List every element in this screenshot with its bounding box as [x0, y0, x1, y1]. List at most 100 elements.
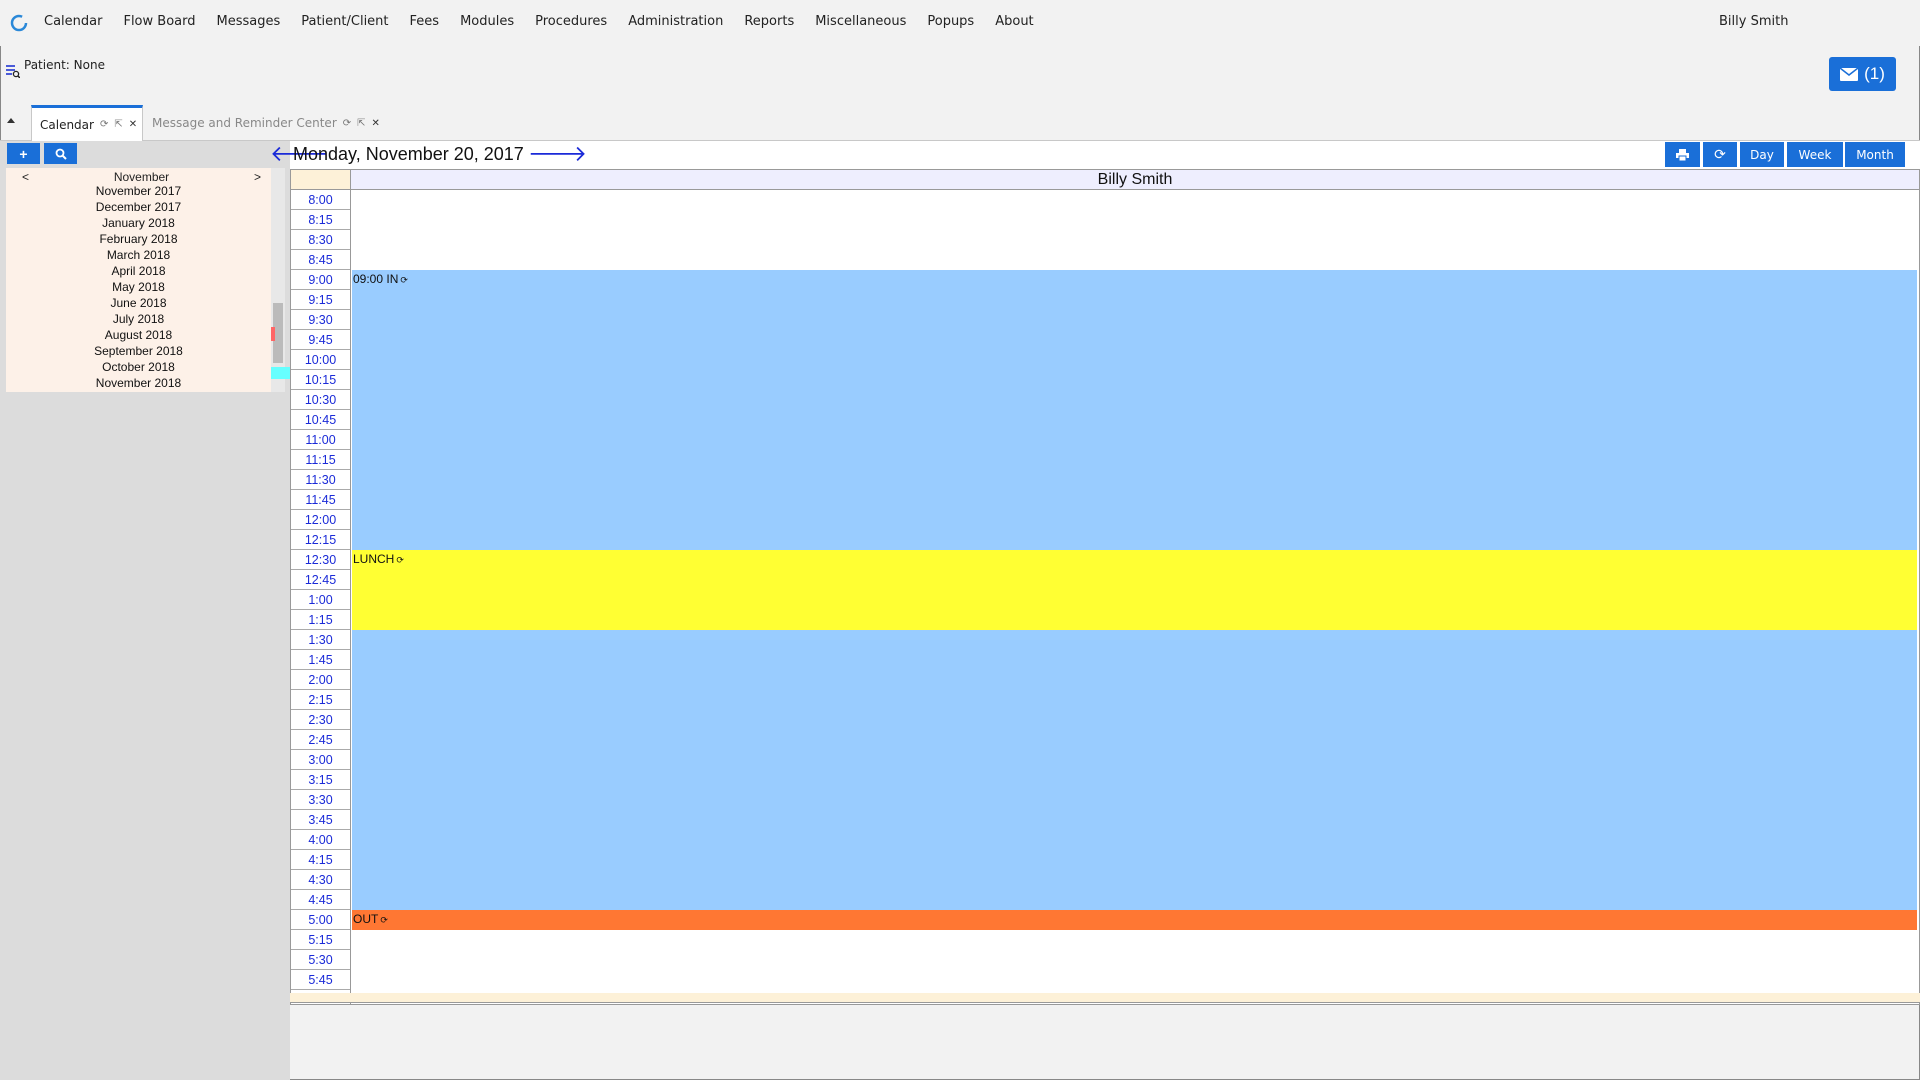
time-slot[interactable]: 9:00 [291, 270, 350, 290]
time-slot[interactable]: 3:45 [291, 810, 350, 830]
provider-header: Billy Smith [351, 170, 1919, 190]
time-slot[interactable]: 11:30 [291, 470, 350, 490]
time-slot[interactable]: 12:00 [291, 510, 350, 530]
time-slot[interactable]: 5:30 [291, 950, 350, 970]
time-slot[interactable]: 1:30 [291, 630, 350, 650]
tab-calendar[interactable]: Calendar ⟳ ⇱ ✕ [31, 105, 143, 141]
menu-miscellaneous[interactable]: Miscellaneous [815, 14, 906, 29]
mini-next-button[interactable]: > [254, 170, 261, 184]
month-option[interactable]: September 2018 [6, 343, 271, 359]
time-slot[interactable]: 12:45 [291, 570, 350, 590]
time-slot[interactable]: 12:15 [291, 530, 350, 550]
time-slot[interactable]: 10:00 [291, 350, 350, 370]
menu-popups[interactable]: Popups [927, 14, 974, 29]
time-slot[interactable]: 2:15 [291, 690, 350, 710]
menu-procedures[interactable]: Procedures [535, 14, 607, 29]
month-option[interactable]: July 2018 [6, 311, 271, 327]
time-slot[interactable]: 11:45 [291, 490, 350, 510]
time-slot[interactable]: 12:30 [291, 550, 350, 570]
calendar-date: Monday, November 20, 2017 [293, 144, 524, 164]
time-slot[interactable]: 5:00 [291, 910, 350, 930]
event-out-label: OUT [353, 912, 379, 926]
month-option[interactable]: August 2018 [6, 327, 271, 343]
event-lunch-label: LUNCH [353, 552, 395, 566]
week-view-button[interactable]: Week [1787, 142, 1843, 167]
mini-calendar: < November > November 2017 December 2017 J… [6, 168, 271, 392]
menu-about[interactable]: About [995, 14, 1033, 29]
month-option[interactable]: December 2017 [6, 199, 271, 215]
time-slot[interactable]: 3:15 [291, 770, 350, 790]
collapse-arrow-icon[interactable] [7, 118, 15, 123]
time-slot[interactable]: 9:30 [291, 310, 350, 330]
time-slot[interactable]: 11:00 [291, 430, 350, 450]
close-icon[interactable]: ✕ [129, 119, 137, 130]
time-slot[interactable]: 5:15 [291, 930, 350, 950]
time-slot[interactable]: 5:45 [291, 970, 350, 990]
menu-modules[interactable]: Modules [460, 14, 514, 29]
mini-prev-button[interactable]: < [22, 170, 29, 184]
next-day-arrow-icon[interactable]: 🡒 [528, 142, 587, 166]
time-slot[interactable]: 1:00 [291, 590, 350, 610]
refresh-icon[interactable]: ⟳ [343, 118, 351, 129]
time-slot[interactable]: 4:15 [291, 850, 350, 870]
mini-calendar-scrollbar[interactable] [271, 168, 285, 392]
time-slot[interactable]: 4:30 [291, 870, 350, 890]
refresh-button[interactable]: ⟳ [1703, 142, 1737, 167]
time-slot[interactable]: 10:15 [291, 370, 350, 390]
month-option[interactable]: October 2018 [6, 359, 271, 375]
time-slot[interactable]: 9:45 [291, 330, 350, 350]
menu-administration[interactable]: Administration [628, 14, 723, 29]
time-slot[interactable]: 10:45 [291, 410, 350, 430]
month-option[interactable]: April 2018 [6, 263, 271, 279]
event-in[interactable]: 09:00 IN ⟳ [352, 270, 1917, 550]
time-slot[interactable]: 2:00 [291, 670, 350, 690]
print-button[interactable] [1665, 142, 1700, 167]
menu-fees[interactable]: Fees [410, 14, 440, 29]
mini-current-month[interactable]: November [114, 170, 169, 184]
time-slot[interactable]: 8:45 [291, 250, 350, 270]
time-slot[interactable]: 1:15 [291, 610, 350, 630]
time-slot[interactable]: 1:45 [291, 650, 350, 670]
popout-icon[interactable]: ⇱ [357, 118, 365, 129]
month-option[interactable]: November 2017 [6, 183, 271, 199]
add-event-button[interactable]: + [7, 143, 40, 164]
menu-messages[interactable]: Messages [216, 14, 280, 29]
app-logo-icon[interactable] [9, 13, 29, 33]
menu-flow-board[interactable]: Flow Board [123, 14, 195, 29]
time-slot[interactable]: 8:30 [291, 230, 350, 250]
month-option[interactable]: November 2018 [6, 375, 271, 391]
time-slot[interactable]: 3:30 [291, 790, 350, 810]
event-lunch[interactable]: LUNCH ⟳ [352, 550, 1917, 630]
search-button[interactable] [44, 143, 77, 164]
time-slot[interactable]: 2:45 [291, 730, 350, 750]
time-slot[interactable]: 8:00 [291, 190, 350, 210]
time-slot[interactable]: 4:45 [291, 890, 350, 910]
time-slot[interactable]: 4:00 [291, 830, 350, 850]
time-slot[interactable]: 2:30 [291, 710, 350, 730]
time-slot[interactable]: 10:30 [291, 390, 350, 410]
user-menu[interactable]: Billy Smith [1719, 14, 1788, 29]
close-icon[interactable]: ✕ [372, 118, 380, 129]
day-view-button[interactable]: Day [1740, 142, 1784, 167]
time-slot[interactable]: 8:15 [291, 210, 350, 230]
month-option[interactable]: February 2018 [6, 231, 271, 247]
month-option[interactable]: March 2018 [6, 247, 271, 263]
time-slot[interactable]: 11:15 [291, 450, 350, 470]
popout-icon[interactable]: ⇱ [114, 119, 122, 130]
month-option[interactable]: January 2018 [6, 215, 271, 231]
time-slot[interactable]: 9:15 [291, 290, 350, 310]
menu-reports[interactable]: Reports [744, 14, 794, 29]
refresh-icon[interactable]: ⟳ [100, 119, 108, 130]
menu-calendar[interactable]: Calendar [44, 14, 102, 29]
patient-search-icon[interactable] [6, 64, 20, 78]
partial-element [271, 367, 290, 379]
tab-message-center[interactable]: Message and Reminder Center ⟳ ⇱ ✕ [144, 105, 388, 141]
month-view-button[interactable]: Month [1845, 142, 1905, 167]
month-option[interactable]: June 2018 [6, 295, 271, 311]
event-afternoon[interactable] [352, 630, 1917, 910]
messages-button[interactable]: (1) [1829, 57, 1896, 91]
event-out[interactable]: OUT ⟳ [352, 910, 1917, 930]
month-option[interactable]: May 2018 [6, 279, 271, 295]
menu-patient-client[interactable]: Patient/Client [301, 14, 388, 29]
time-slot[interactable]: 3:00 [291, 750, 350, 770]
